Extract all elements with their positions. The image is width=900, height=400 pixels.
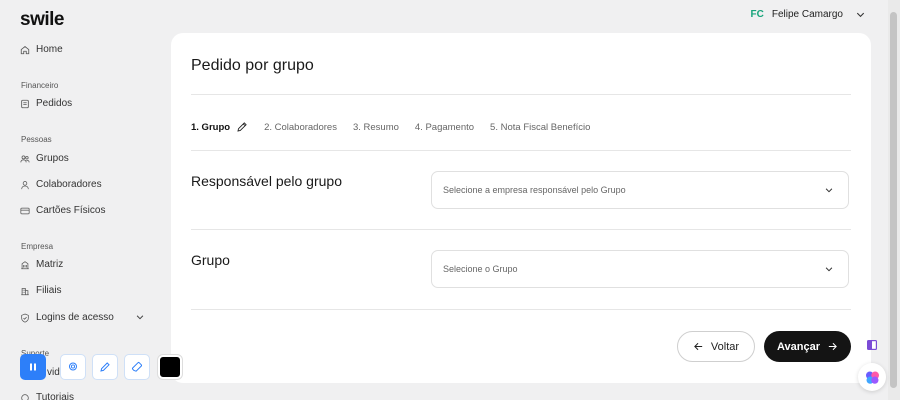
pen-tool-button[interactable] xyxy=(92,354,118,380)
sidebar-item-label: Tutoriais xyxy=(36,392,74,400)
orders-icon xyxy=(21,99,29,108)
eraser-icon xyxy=(132,362,142,372)
section-label-empresa: Empresa xyxy=(21,242,54,251)
section-label-financeiro: Financeiro xyxy=(21,81,59,90)
sidebar-item-label: Colaboradores xyxy=(36,179,102,190)
book-icon xyxy=(867,340,877,350)
step-resumo[interactable]: 3. Resumo xyxy=(353,122,399,133)
step-label: 2. Colaboradores xyxy=(264,121,337,133)
sidebar-item-label: Home xyxy=(36,44,63,55)
sidebar-item-label: Pedidos xyxy=(36,98,73,109)
step-label: 4. Pagamento xyxy=(414,121,475,133)
scrollbar-thumb[interactable] xyxy=(890,12,897,388)
step-label: 1. Grupo xyxy=(191,121,231,133)
chevron-down-icon[interactable] xyxy=(135,312,145,322)
stepper: 1. Grupo 2. Colaboradores 3. Resumo 4. P… xyxy=(191,121,606,133)
divider xyxy=(191,94,851,95)
responsavel-select[interactable]: Selecione a empresa responsável pelo Gru… xyxy=(431,171,849,209)
sidebar-item-ajuda[interactable]: vid xyxy=(47,367,60,378)
next-button[interactable]: Avançar xyxy=(764,331,851,362)
step-nota-fiscal[interactable]: 5. Nota Fiscal Benefício xyxy=(490,122,590,133)
user-menu[interactable]: FC Felipe Camargo xyxy=(751,9,867,20)
help-book-widget[interactable] xyxy=(861,334,883,356)
select-placeholder: Selecione a empresa responsável pelo Gru… xyxy=(443,185,626,195)
lasso-icon xyxy=(69,362,77,371)
next-button-label: Avançar xyxy=(776,340,820,353)
user-name: Felipe Camargo xyxy=(771,9,843,20)
sidebar-item-label: Logins de acesso xyxy=(36,312,114,323)
arrow-left-icon xyxy=(694,342,703,351)
pen-icon xyxy=(100,362,110,372)
select-placeholder: Selecione o Grupo xyxy=(443,264,518,274)
branches-icon xyxy=(21,287,29,295)
arrow-right-icon xyxy=(828,342,837,351)
section-label-pessoas: Pessoas xyxy=(21,135,52,144)
step-colaboradores[interactable]: 2. Colaboradores xyxy=(264,122,337,133)
sidebar-item-label: Grupos xyxy=(36,153,69,164)
pause-recording-button[interactable] xyxy=(20,354,46,380)
page-title: Pedido por grupo xyxy=(191,57,314,74)
sidebar-item-tutoriais[interactable]: Tutoriais xyxy=(20,392,74,400)
step-label: 3. Resumo xyxy=(352,121,399,133)
step-label: 5. Nota Fiscal Benefício xyxy=(490,121,591,133)
sidebar-item-cartoes-fisicos[interactable]: Cartões Físicos xyxy=(20,205,105,216)
card-icon xyxy=(20,207,30,214)
sidebar-item-matriz[interactable]: Matriz xyxy=(20,259,63,270)
grupo-select[interactable]: Selecione o Grupo xyxy=(431,250,849,288)
pause-icon xyxy=(30,363,36,371)
user-initials: FC xyxy=(750,9,764,20)
divider xyxy=(191,229,851,230)
page-scrollbar[interactable] xyxy=(888,0,900,400)
pencil-icon xyxy=(237,122,247,132)
sidebar-item-home[interactable]: Home xyxy=(20,44,63,55)
chevron-down-icon xyxy=(825,188,833,193)
color-picker-button[interactable] xyxy=(158,355,182,379)
back-button[interactable]: Voltar xyxy=(677,331,755,362)
back-button-label: Voltar xyxy=(710,340,740,353)
sidebar-item-grupos[interactable]: Grupos xyxy=(20,153,69,164)
sidebar-item-filiais[interactable]: Filiais xyxy=(20,285,62,296)
eraser-tool-button[interactable] xyxy=(124,354,150,380)
field-label-responsavel: Responsável pelo grupo xyxy=(191,173,342,189)
divider xyxy=(191,309,851,310)
sidebar-item-label: Cartões Físicos xyxy=(36,205,106,216)
shield-icon xyxy=(21,313,29,323)
sidebar-item-label: Matriz xyxy=(36,259,64,270)
lasso-tool-button[interactable] xyxy=(60,354,86,380)
sidebar-item-pedidos[interactable]: Pedidos xyxy=(20,98,72,109)
sidebar-item-colaboradores[interactable]: Colaboradores xyxy=(20,179,102,190)
sidebar: swile Home Financeiro Pedidos Pessoas Gr… xyxy=(0,0,170,400)
assistant-widget[interactable] xyxy=(858,363,886,391)
field-label-grupo: Grupo xyxy=(191,252,230,268)
brain-icon xyxy=(865,371,879,384)
book-icon xyxy=(21,393,29,400)
step-pagamento[interactable]: 4. Pagamento xyxy=(415,122,474,133)
groups-icon xyxy=(20,154,30,162)
user-icon xyxy=(21,180,29,189)
sidebar-item-label: Filiais xyxy=(36,285,62,296)
building-icon xyxy=(21,260,29,269)
home-icon xyxy=(20,45,30,54)
step-grupo[interactable]: 1. Grupo xyxy=(191,121,248,133)
swile-logo[interactable]: swile xyxy=(20,9,64,31)
chevron-down-icon xyxy=(856,12,865,18)
sidebar-item-label: vid xyxy=(47,367,60,378)
order-card: Pedido por grupo 1. Grupo 2. Colaborador… xyxy=(171,33,871,383)
chevron-down-icon xyxy=(825,267,833,272)
divider xyxy=(191,150,851,151)
sidebar-item-logins[interactable]: Logins de acesso xyxy=(20,312,114,323)
